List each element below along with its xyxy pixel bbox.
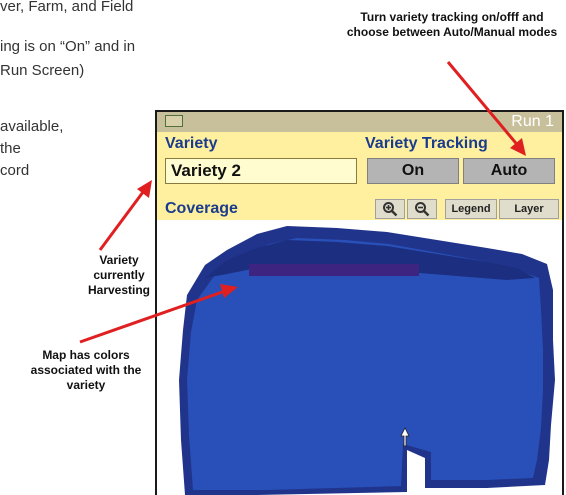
arrow-variety: [98, 180, 152, 251]
arrow-tracking: [446, 61, 526, 156]
arrow-map: [79, 284, 238, 344]
callout-arrows: [79, 61, 526, 344]
